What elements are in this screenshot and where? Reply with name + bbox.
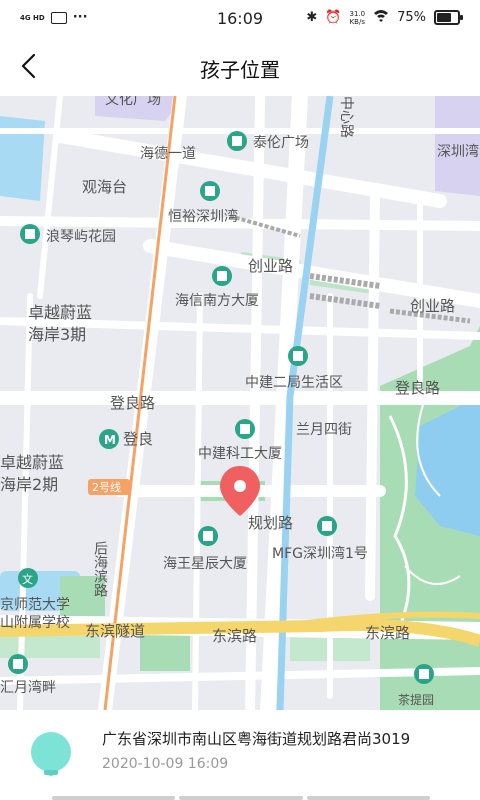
pin-center [234, 480, 246, 492]
map-label: 规划路 [248, 514, 293, 532]
map-label: 海信南方大厦 [175, 293, 259, 309]
map-label: 登良 [123, 430, 153, 448]
map-label: 泰伦广场 [253, 135, 309, 151]
map-label: 恒裕深圳湾 [168, 208, 238, 225]
map-label: 深圳湾 [437, 143, 479, 160]
wechat-icon [50, 11, 67, 24]
page-title: 孩子位置 [200, 58, 280, 82]
map-label: 海岸2期 [0, 475, 58, 494]
battery-fill [437, 13, 451, 22]
alarm-icon: ⏰ [325, 10, 342, 25]
indicator-segment [306, 796, 430, 800]
map-label: 海王星辰大厦 [163, 556, 247, 572]
map-label: 登良路 [110, 394, 155, 412]
map-label: 海德一道 [140, 146, 196, 162]
network-indicator: 4G HD [20, 13, 45, 22]
map-label: 汇月湾畔 [0, 679, 56, 696]
map-label: 浪琴屿花园 [46, 229, 116, 245]
nav-bar: 孩子位置 [0, 38, 480, 96]
map-label: 海岸3期 [28, 325, 86, 344]
map-label: 东滨路 [365, 624, 410, 642]
svg-text:文: 文 [22, 572, 33, 586]
map-label: 卓越蔚蓝 [0, 453, 64, 472]
indicator-segment [52, 796, 176, 800]
location-info-card: 广东省深圳市南山区粤海街道规划路君尚3019 2020-10-09 16:09 [0, 710, 480, 800]
map-canvas[interactable]: M 文 海德一道 泰伦广场 观海台 恒裕深圳湾 浪琴屿花园 创业路 创业路 卓越… [0, 96, 480, 710]
battery-icon [434, 10, 463, 25]
wifi-icon [373, 9, 389, 26]
map-label: 创业路 [410, 297, 455, 315]
clock: 16:09 [216, 9, 264, 28]
map-view[interactable]: M 文 海德一道 泰伦广场 观海台 恒裕深圳湾 浪琴屿花园 创业路 创业路 卓越… [0, 96, 480, 710]
more-icon: ··· [72, 10, 88, 25]
child-avatar-icon [28, 730, 74, 782]
status-bar: 4G HD ··· 16:09 ✱ ⏰ 31.0 KB/s 75% [0, 0, 480, 38]
battery-text: 75% [397, 10, 426, 25]
map-label-vertical: 中心路 [338, 96, 354, 138]
map-label: 卓越蔚蓝 [28, 303, 92, 322]
map-label: 兰月四街 [296, 422, 352, 438]
speed-value: 31.0 [349, 9, 366, 18]
map-label: 文化广场 [105, 96, 161, 108]
speed-indicator: 31.0 KB/s [350, 10, 366, 26]
status-left: 4G HD ··· [20, 10, 88, 25]
location-address: 广东省深圳市南山区粤海街道规划路君尚3019 [102, 730, 411, 748]
indicator-segment [179, 796, 303, 800]
map-label: 山附属学校 [0, 614, 70, 631]
map-label: 创业路 [248, 257, 293, 275]
bluetooth-icon: ✱ [306, 10, 318, 25]
map-label-vertical: 后海滨路 [92, 541, 108, 597]
map-label: 2号线 [92, 480, 121, 494]
svg-text:M: M [104, 433, 116, 447]
map-label: 东滨路 [212, 627, 257, 645]
scroll-indicator [52, 796, 430, 800]
location-timestamp: 2020-10-09 16:09 [102, 756, 229, 772]
status-right: ✱ ⏰ 31.0 KB/s 75% [306, 9, 463, 26]
speed-unit: KB/s [349, 17, 365, 26]
map-label: 观海台 [82, 178, 127, 196]
map-label: 中建科工大厦 [198, 446, 282, 462]
map-label: 茶提园 [398, 692, 434, 707]
map-label: 中建二局生活区 [245, 375, 343, 391]
map-label: 东滨隧道 [85, 622, 145, 640]
map-label: 登良路 [395, 379, 440, 397]
map-label: MFG深圳湾1号 [272, 545, 368, 562]
map-label: 京师范大学 [0, 596, 70, 613]
